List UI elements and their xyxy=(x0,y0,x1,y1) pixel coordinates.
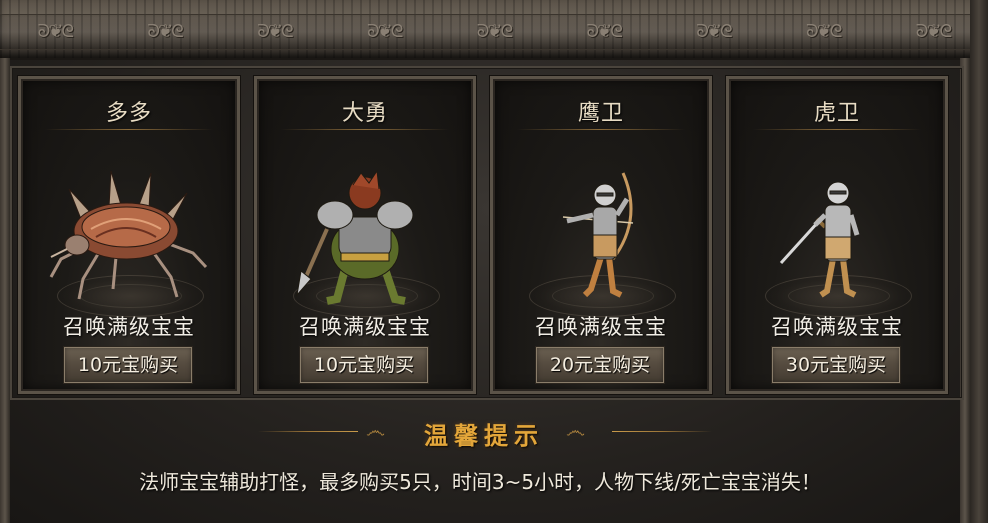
name-divider xyxy=(517,129,685,130)
pet-name: 虎卫 xyxy=(813,101,860,126)
tips-text: 法师宝宝辅助打怪，最多购买5只，时间3~5小时，人物下线/死亡宝宝消失！ xyxy=(139,470,821,494)
armored-orc-icon xyxy=(296,169,414,305)
pet-name: 鹰卫 xyxy=(577,101,624,126)
swirl-ornament: ᘐ❦ᘓ xyxy=(147,21,183,42)
left-trim xyxy=(0,58,10,523)
swordsman-guard-icon xyxy=(779,181,860,298)
name-divider xyxy=(753,129,921,130)
swirl-ornament: ᘐ❦ᘓ xyxy=(366,21,403,42)
buy-huwei-button[interactable]: 30元宝购买 xyxy=(771,346,901,384)
carved-top-border: ᘐ❦ᘓ ᘐ❦ᘓ ᘐ❦ᘓ ᘐ❦ᘓ ᘐ❦ᘓ ᘐ❦ᘓ ᘐ❦ᘓ ᘐ❦ᘓ ᘐ❦ᘓ xyxy=(0,0,988,60)
summon-label: 召唤满级宝宝 xyxy=(63,315,195,339)
name-divider xyxy=(45,129,213,130)
swirl-ornament: ᘐ❦ᘓ xyxy=(915,21,952,42)
summon-label: 召唤满级宝宝 xyxy=(771,315,903,339)
swirl-ornament: ᘐ❦ᘓ xyxy=(257,21,293,42)
pet-card-duoduo: 多多 召唤满级宝宝 10元宝购买 xyxy=(18,76,240,394)
swirl-ornament: ᘐ❦ᘓ xyxy=(37,21,74,42)
swirl-ornament: ᘐ❦ᘓ xyxy=(586,21,622,42)
ornament-strip: ᘐ❦ᘓ ᘐ❦ᘓ ᘐ❦ᘓ ᘐ❦ᘓ ᘐ❦ᘓ ᘐ❦ᘓ ᘐ❦ᘓ ᘐ❦ᘓ ᘐ❦ᘓ xyxy=(0,14,988,50)
tips-title: 温馨提示 xyxy=(424,422,544,450)
outer-right-trim xyxy=(970,0,988,523)
buy-yingwei-button[interactable]: 20元宝购买 xyxy=(535,346,665,384)
pet-name: 多多 xyxy=(105,101,152,126)
tips-divider-left xyxy=(258,431,358,432)
buy-dayong-button[interactable]: 10元宝购买 xyxy=(299,346,429,384)
tips-divider-right xyxy=(612,431,712,432)
spiked-beetle-icon xyxy=(49,170,208,300)
pet-shop-panel: ᘐ❦ᘓ ᘐ❦ᘓ ᘐ❦ᘓ ᘐ❦ᘓ ᘐ❦ᘓ ᘐ❦ᘓ ᘐ❦ᘓ ᘐ❦ᘓ ᘐ❦ᘓ 多多 召… xyxy=(0,0,988,523)
archer-guard-icon xyxy=(562,172,634,298)
swirl-ornament: ᘐ❦ᘓ xyxy=(696,21,732,42)
tips-header: ෴ 温馨提示 ෴ xyxy=(0,416,970,450)
name-divider xyxy=(281,129,449,130)
pet-card-yingwei: 鹰卫 召唤满级宝宝 20元宝购买 xyxy=(490,76,712,394)
buy-duoduo-button[interactable]: 10元宝购买 xyxy=(63,346,193,384)
pet-card-dayong: 大勇 召唤满级宝宝 10元宝购买 xyxy=(254,76,476,394)
pet-name: 大勇 xyxy=(341,101,388,126)
swirl-left-icon: ෴ xyxy=(366,418,385,442)
swirl-ornament: ᘐ❦ᘓ xyxy=(476,21,513,42)
pet-card-huwei: 虎卫 召唤满级宝宝 30元宝购买 xyxy=(726,76,948,394)
summon-label: 召唤满级宝宝 xyxy=(535,315,667,339)
swirl-ornament: ᘐ❦ᘓ xyxy=(806,21,842,42)
summon-label: 召唤满级宝宝 xyxy=(299,315,431,339)
swirl-right-icon: ෴ xyxy=(566,418,585,442)
